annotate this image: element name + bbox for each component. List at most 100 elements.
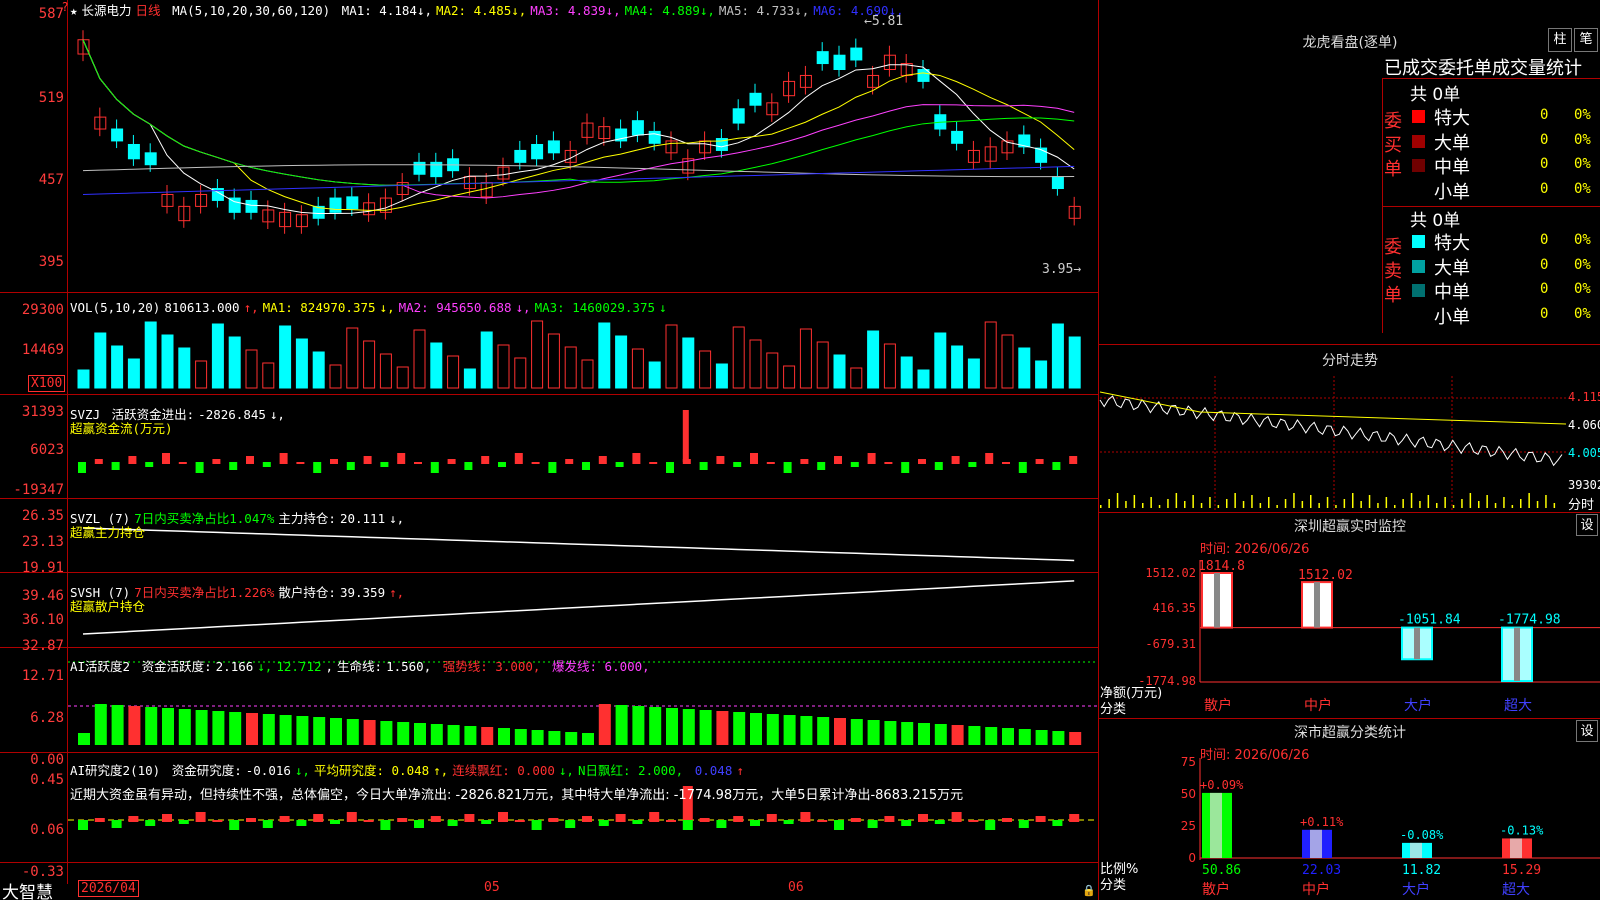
volume-bar (463, 368, 476, 389)
y-tick: 12.71 (21, 668, 64, 684)
ma-prefix: MA(5,10,20,30,60,120) (172, 3, 331, 18)
active-bar (598, 704, 611, 745)
intraday-vol (1142, 503, 1144, 508)
flow-bar (296, 462, 305, 464)
y-tick: 457 (38, 172, 64, 188)
volume-bar (447, 355, 460, 389)
candle-body (547, 140, 560, 154)
order-pct: 0% (1574, 281, 1591, 297)
net-value: -1051.84 (1398, 613, 1461, 628)
intraday-vol (1419, 501, 1421, 508)
volume-bar (665, 324, 678, 389)
unit-badge[interactable]: X100 (28, 375, 66, 392)
flow-bar (850, 462, 859, 467)
y-tick: 29300 (21, 302, 64, 318)
active-bar (262, 714, 275, 745)
intraday-vol (1276, 505, 1278, 508)
research-bar (834, 820, 844, 830)
active-bar (1069, 732, 1082, 745)
candle-body (1051, 176, 1064, 190)
research-bar (229, 820, 240, 830)
order-pct: 0% (1574, 107, 1591, 123)
ai-research-legend: AI研究度2(10) 资金研究度: -0.016 ↓, 平均研究度: 0.048 ↑, 连… (70, 763, 744, 778)
intraday-vol (1469, 493, 1472, 508)
sz-category-time: 时间: 2026/06/26 (1200, 748, 1310, 763)
order-color-swatch (1412, 284, 1425, 297)
volume-bar (127, 358, 140, 389)
flow-bar (447, 459, 456, 464)
research-bar (1002, 818, 1012, 822)
order-type-label: 小单 (1434, 306, 1470, 328)
intraday-vol (1545, 495, 1547, 508)
stock-name[interactable]: 长源电力 (82, 3, 132, 18)
flow-bar (1018, 462, 1027, 473)
candle-body (245, 199, 258, 213)
active-bar (901, 722, 914, 745)
candle-body (951, 130, 964, 144)
x-date-cursor[interactable]: 2026/04 (78, 880, 139, 897)
flow-bar (481, 456, 490, 464)
lock-icon[interactable]: 🔒 (1082, 884, 1096, 897)
net-bar-shade (1514, 627, 1520, 681)
order-type-label: 特大 (1434, 233, 1470, 254)
intraday-vol (1528, 493, 1530, 508)
right-divider (1098, 0, 1099, 900)
intraday-vol (1318, 503, 1320, 508)
flow-bar (682, 410, 689, 462)
research-bar (884, 816, 895, 822)
ratio-bar (1502, 838, 1532, 858)
y-tick: 50 (1181, 787, 1196, 801)
ma6-line (82, 165, 1075, 195)
order-stats-header: 已成交委托单成交量统计 (1384, 58, 1582, 79)
flow-bar (649, 462, 658, 464)
volume-bar (1051, 323, 1064, 389)
intraday-unit: 分时 (1568, 498, 1595, 513)
ratio-bar-shade (1310, 829, 1322, 858)
category-settings-button[interactable]: 设 (1576, 720, 1598, 742)
low-mark: 3.95→ (1042, 262, 1082, 277)
volume-bar (211, 323, 224, 389)
monitor-settings-button[interactable]: 设 (1576, 514, 1598, 536)
volume-bar (766, 352, 779, 389)
ma-values: MA1: 4.184↓, MA2: 4.485↓, MA3: 4.839↓, MA4:… (342, 3, 908, 18)
flow-bar (615, 462, 624, 467)
ratio-bar-shade (1510, 838, 1522, 858)
candle-body (514, 149, 527, 163)
y-tick: 1512.02 (1145, 566, 1196, 580)
volume-bar (379, 353, 392, 389)
intraday-vol (1368, 495, 1371, 508)
active-bar (666, 708, 678, 745)
intraday-vol (1108, 499, 1110, 508)
volume-bar (564, 346, 577, 389)
candle-body (850, 47, 863, 61)
intraday-vol (1175, 493, 1178, 508)
research-bar (145, 820, 156, 826)
candle-body (346, 196, 359, 210)
active-bar (78, 733, 90, 745)
active-bar (934, 724, 947, 745)
volume-bar (312, 351, 325, 389)
intraday-vol (1452, 505, 1455, 508)
intraday-vol (1494, 503, 1497, 508)
flow-bar (262, 462, 271, 467)
tick-mode-button[interactable]: 笔 (1574, 28, 1598, 52)
volume-bar (967, 358, 980, 389)
research-bar (800, 812, 811, 822)
y-tick: 19.91 (21, 560, 64, 576)
intraday-vol (1167, 499, 1169, 508)
brand-label[interactable]: 大智慧 (2, 878, 53, 900)
flow-bar (716, 456, 725, 464)
order-color-swatch (1412, 259, 1425, 273)
bar-mode-button[interactable]: 柱 (1548, 28, 1572, 52)
net-value: 1814.8 (1198, 559, 1245, 574)
intraday-vol (1360, 501, 1362, 508)
flow-bar (951, 456, 960, 464)
y-tick: -679.31 (1145, 637, 1196, 651)
flow-bar (346, 462, 355, 470)
ratio-bar (1302, 829, 1332, 858)
research-bar (582, 816, 592, 822)
period-label[interactable]: 日线 (136, 3, 161, 18)
ma-value: MA4: 4.889↓, (624, 3, 715, 18)
intraday-vol (1268, 497, 1270, 508)
flow-bar (246, 456, 254, 464)
